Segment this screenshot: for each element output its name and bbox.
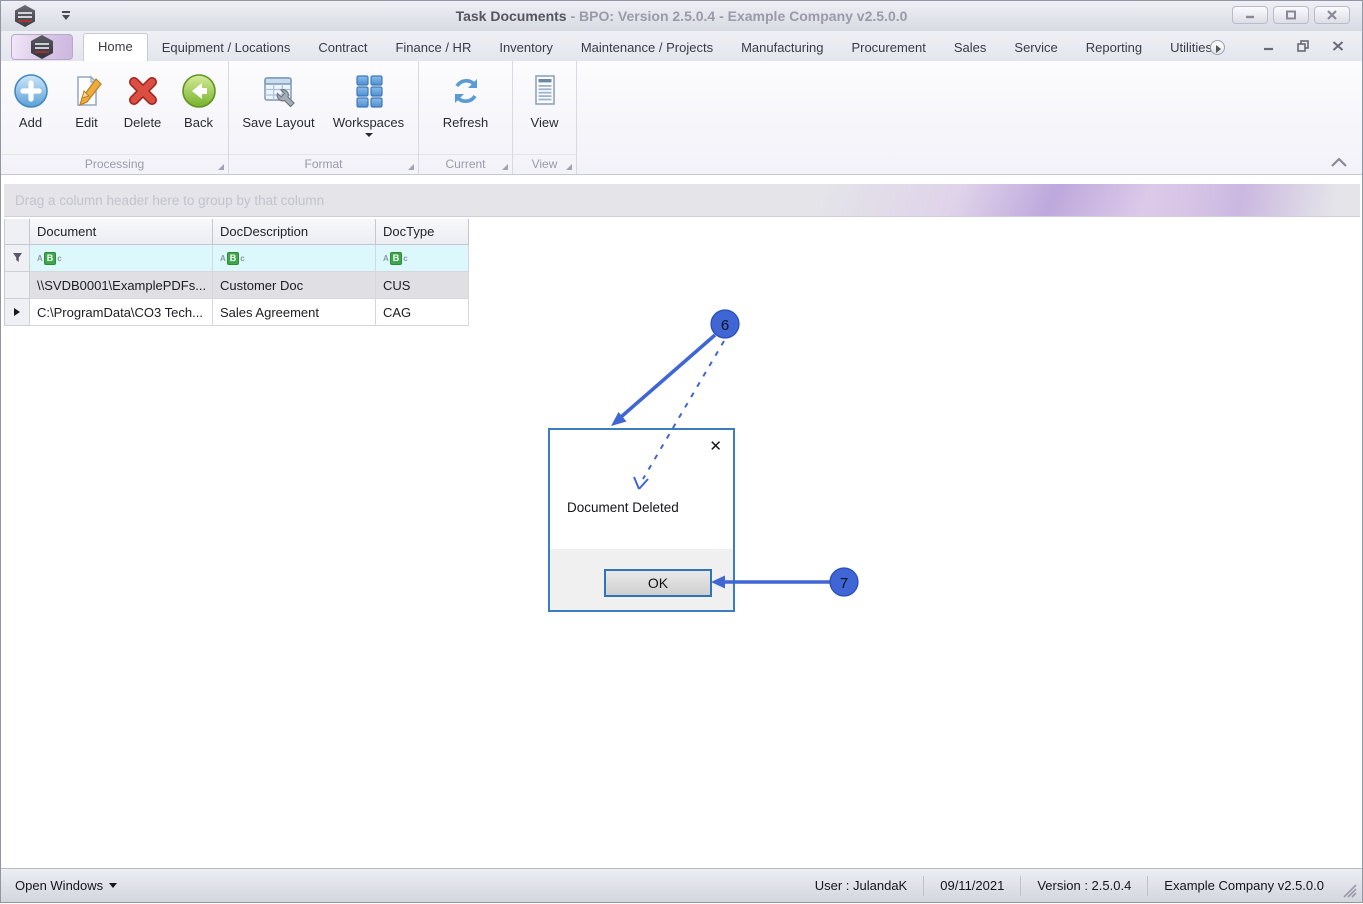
dialog-launcher-icon[interactable] — [502, 164, 508, 170]
filter-pin-icon[interactable] — [5, 245, 30, 272]
workspaces-button-label: Workspaces — [332, 115, 405, 130]
group-by-panel[interactable]: Drag a column header here to group by th… — [4, 184, 1360, 217]
column-header-document[interactable]: Document — [30, 219, 213, 245]
delete-button-label: Delete — [123, 115, 162, 130]
tab-service[interactable]: Service — [1000, 35, 1071, 61]
refresh-icon — [446, 71, 486, 111]
tab-inventory[interactable]: Inventory — [485, 35, 566, 61]
group-processing-label: Processing — [1, 154, 228, 172]
save-layout-button-label: Save Layout — [242, 115, 315, 130]
group-processing: Add Edit Delete Back Processing — [1, 61, 229, 174]
main-content: Drag a column header here to group by th… — [1, 175, 1362, 870]
filter-cell-docdescription[interactable]: ABc — [213, 245, 376, 272]
maximize-button[interactable] — [1273, 6, 1309, 24]
dialog-launcher-icon[interactable] — [566, 164, 572, 170]
application-button[interactable] — [11, 34, 73, 60]
save-layout-icon — [259, 71, 299, 111]
tab-procurement[interactable]: Procurement — [837, 35, 939, 61]
window-title: Task Documents - BPO: Version 2.5.0.4 - … — [1, 1, 1362, 31]
cell-document: \\SVDB0001\ExamplePDFs... — [30, 272, 213, 299]
close-icon — [1327, 10, 1337, 20]
dialog-message: Document Deleted — [567, 500, 679, 515]
grid-row-2[interactable]: C:\ProgramData\CO3 Tech... Sales Agreeme… — [5, 299, 469, 326]
edit-icon — [67, 71, 107, 111]
status-date: 09/11/2021 — [940, 878, 1005, 893]
abc-filter-icon: ABc — [220, 251, 245, 265]
add-button-label: Add — [18, 115, 43, 130]
workspaces-icon — [349, 71, 389, 111]
delete-icon — [123, 71, 163, 111]
edit-button-label: Edit — [75, 115, 98, 130]
tab-contract[interactable]: Contract — [304, 35, 381, 61]
header-indicator-cell — [5, 219, 30, 245]
minimize-button[interactable] — [1232, 6, 1268, 24]
window-title-primary: Task Documents — [455, 8, 567, 24]
tab-reporting[interactable]: Reporting — [1072, 35, 1156, 61]
inner-restore-icon[interactable] — [1297, 40, 1310, 52]
abc-filter-icon: ABc — [37, 251, 62, 265]
open-windows-caret-icon — [109, 883, 118, 888]
collapse-ribbon-icon[interactable] — [1330, 156, 1348, 168]
group-current-label: Current — [419, 154, 512, 172]
ribbon-tab-row: Home Equipment / Locations Contract Fina… — [1, 31, 1362, 61]
tab-sales[interactable]: Sales — [940, 35, 1001, 61]
filter-cell-document[interactable]: ABc — [30, 245, 213, 272]
window-title-secondary: - BPO: Version 2.5.0.4 - Example Company… — [570, 8, 908, 24]
back-icon — [179, 71, 219, 111]
dialog-launcher-icon[interactable] — [408, 164, 414, 170]
column-header-doctype[interactable]: DocType — [376, 219, 469, 245]
group-format: Save Layout Workspaces Format — [229, 61, 419, 174]
inner-minimize-icon[interactable] — [1263, 40, 1275, 52]
ok-button[interactable]: OK — [604, 569, 712, 597]
tab-utilities[interactable]: Utilities — [1156, 35, 1212, 61]
grid-row-1[interactable]: \\SVDB0001\ExamplePDFs... Customer Doc C… — [5, 272, 469, 299]
cell-docdescription: Customer Doc — [213, 272, 376, 299]
close-icon[interactable]: ✕ — [709, 437, 722, 455]
dropdown-arrow-icon — [364, 133, 373, 137]
group-view: View View — [513, 61, 577, 174]
tab-maintenance-projects[interactable]: Maintenance / Projects — [567, 35, 727, 61]
app-logo-icon — [31, 35, 53, 59]
tab-home[interactable]: Home — [83, 33, 148, 61]
group-format-label: Format — [229, 154, 418, 172]
filter-cell-doctype[interactable]: ABc — [376, 245, 469, 272]
minimize-icon — [1246, 15, 1254, 19]
refresh-button-label: Refresh — [442, 115, 489, 130]
view-icon — [525, 71, 565, 111]
document-deleted-dialog: ✕ Document Deleted OK — [548, 428, 735, 612]
column-header-docdescription[interactable]: DocDescription — [213, 219, 376, 245]
view-button-label: View — [530, 115, 559, 130]
tab-manufacturing[interactable]: Manufacturing — [727, 35, 837, 61]
add-icon — [11, 71, 51, 111]
status-user: User : JulandaK — [814, 878, 908, 893]
open-windows-dropdown[interactable]: Open Windows — [15, 878, 118, 893]
ribbon: Add Edit Delete Back Processing Save Lay… — [1, 61, 1362, 175]
documents-grid: Document DocDescription DocType ABc ABc … — [4, 219, 469, 326]
current-row-arrow-icon — [14, 308, 20, 316]
cell-doctype: CUS — [376, 272, 469, 299]
maximize-icon — [1286, 10, 1296, 20]
close-button[interactable] — [1314, 6, 1350, 24]
grid-filter-row: ABc ABc ABc — [5, 245, 469, 272]
cell-doctype: CAG — [376, 299, 469, 326]
tab-equipment-locations[interactable]: Equipment / Locations — [148, 35, 305, 61]
back-button-label: Back — [184, 115, 213, 130]
row-indicator-cell — [5, 272, 30, 299]
tab-finance-hr[interactable]: Finance / HR — [381, 35, 485, 61]
grid-header-row: Document DocDescription DocType — [5, 219, 469, 245]
resize-grip-icon[interactable] — [1342, 883, 1358, 899]
group-current: Refresh Current — [419, 61, 513, 174]
status-version: Version : 2.5.0.4 — [1037, 878, 1132, 893]
row-indicator-cell — [5, 299, 30, 326]
inner-close-icon[interactable] — [1332, 40, 1344, 52]
tab-scroll-right-icon[interactable] — [1210, 40, 1226, 55]
title-bar: Task Documents - BPO: Version 2.5.0.4 - … — [1, 1, 1362, 31]
cell-document: C:\ProgramData\CO3 Tech... — [30, 299, 213, 326]
dialog-launcher-icon[interactable] — [218, 164, 224, 170]
status-company: Example Company v2.5.0.0 — [1164, 878, 1324, 893]
abc-filter-icon: ABc — [383, 251, 408, 265]
cell-docdescription: Sales Agreement — [213, 299, 376, 326]
status-bar: Open Windows User : JulandaK 09/11/2021 … — [1, 868, 1362, 902]
